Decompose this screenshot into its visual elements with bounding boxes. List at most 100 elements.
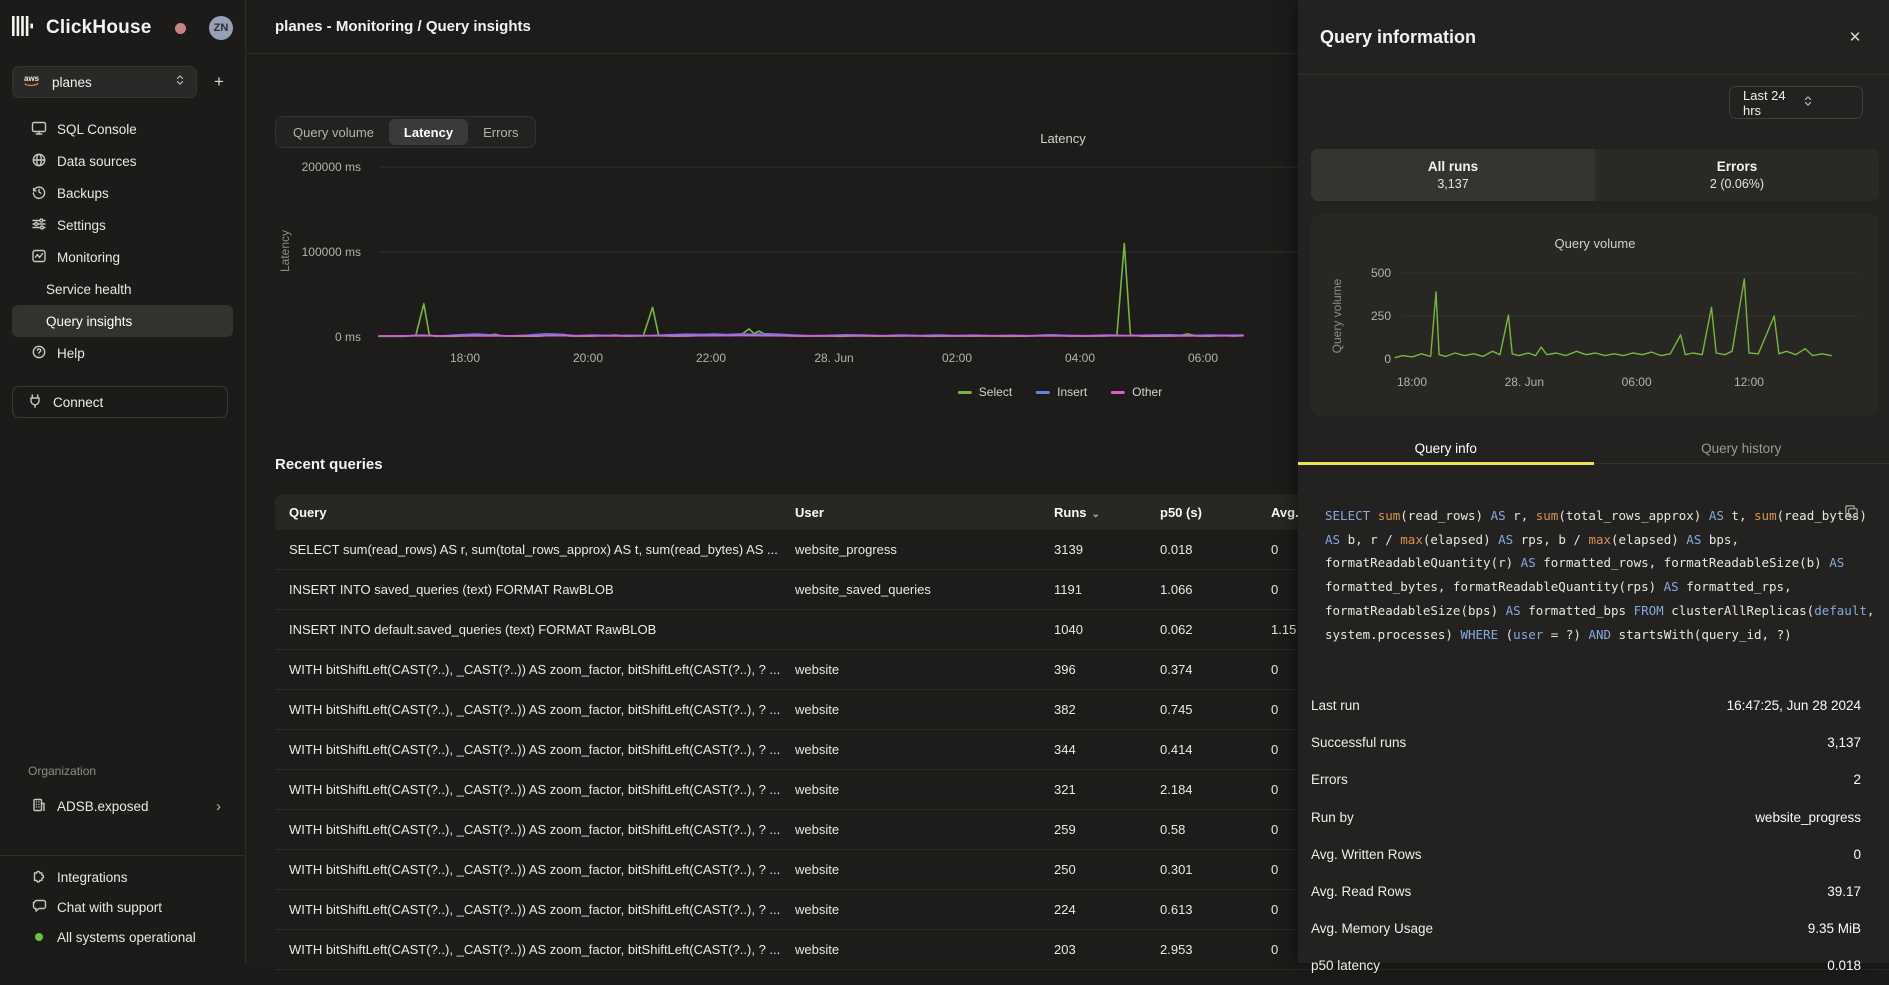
stat-label: Avg. Written Rows	[1311, 847, 1422, 862]
svg-text:06:00: 06:00	[1188, 351, 1218, 365]
sidebar-item-backups[interactable]: Backups	[12, 177, 233, 209]
close-icon[interactable]: ✕	[1843, 25, 1867, 49]
column-header-runs[interactable]: Runs⌄	[1054, 505, 1160, 520]
cell-query: SELECT sum(read_rows) AS r, sum(total_ro…	[289, 542, 795, 557]
stat-value: 16:47:25, Jun 28 2024	[1727, 698, 1861, 713]
svg-text:250: 250	[1371, 309, 1391, 323]
chat-bubble-icon	[31, 898, 47, 917]
legend-item-insert[interactable]: Insert	[1036, 385, 1087, 399]
svg-text:02:00: 02:00	[942, 351, 972, 365]
legend-label: Insert	[1057, 385, 1087, 399]
workspace-select[interactable]: aws planes	[12, 66, 197, 98]
all-runs-label: All runs	[1428, 159, 1478, 174]
svg-text:18:00: 18:00	[450, 351, 480, 365]
svg-text:500: 500	[1371, 266, 1391, 280]
cell-runs: 259	[1054, 822, 1160, 837]
tab-query-history[interactable]: Query history	[1594, 434, 1889, 463]
svg-text:18:00: 18:00	[1397, 375, 1427, 389]
sliders-icon	[31, 216, 47, 235]
stat-label: Successful runs	[1311, 735, 1406, 750]
tab-query-info[interactable]: Query info	[1298, 434, 1594, 463]
sidebar-item-system-status[interactable]: All systems operational	[12, 922, 233, 952]
copy-icon[interactable]	[1844, 504, 1859, 524]
query-info-tabs: Query info Query history	[1298, 434, 1889, 464]
query-volume-chart: 025050018:0028. Jun06:0012:00Query volum…	[1311, 214, 1879, 416]
cell-query: WITH bitShiftLeft(CAST(?..), _CAST(?..))…	[289, 902, 795, 917]
notification-dot	[175, 23, 186, 34]
sidebar-item-service-health[interactable]: Service health	[12, 273, 233, 305]
cell-query: INSERT INTO saved_queries (text) FORMAT …	[289, 582, 795, 597]
query-stats-list: Last run 16:47:25, Jun 28 2024 Successfu…	[1311, 687, 1861, 985]
legend-item-select[interactable]: Select	[958, 385, 1012, 399]
errors-label: Errors	[1717, 159, 1758, 174]
stat-label: Avg. Read Rows	[1311, 884, 1411, 899]
chart-legend: Select Insert Other	[958, 385, 1162, 399]
sidebar-item-data-sources[interactable]: Data sources	[12, 145, 233, 177]
all-runs-count: 3,137	[1437, 177, 1468, 191]
tab-all-runs[interactable]: All runs 3,137	[1311, 149, 1595, 201]
puzzle-icon	[31, 868, 47, 887]
column-header-user: User	[795, 505, 1054, 520]
cell-query: WITH bitShiftLeft(CAST(?..), _CAST(?..))…	[289, 822, 795, 837]
cell-user: website	[795, 702, 1054, 717]
connect-label: Connect	[53, 395, 103, 410]
stat-label: Errors	[1311, 772, 1348, 787]
recent-queries-title: Recent queries	[275, 456, 383, 473]
sql-code-block[interactable]: SELECT sum(read_rows) AS r, sum(total_ro…	[1325, 504, 1849, 646]
chevron-up-down-icon	[174, 73, 186, 91]
cell-user: website	[795, 862, 1054, 877]
sidebar-item-chat-support[interactable]: Chat with support	[12, 892, 233, 922]
cell-p50: 0.745	[1160, 702, 1271, 717]
stat-label: p50 latency	[1311, 958, 1380, 973]
chevron-right-icon: ›	[216, 798, 221, 815]
sidebar-item-help[interactable]: Help	[12, 337, 233, 369]
organization-item[interactable]: ADSB.exposed ›	[12, 790, 233, 822]
sidebar: ClickHouse ZN aws planes + SQL Console D…	[0, 0, 246, 963]
status-green-dot-icon	[35, 933, 43, 941]
legend-swatch-icon	[958, 391, 972, 394]
legend-label: Other	[1132, 385, 1162, 399]
legend-swatch-icon	[1111, 391, 1125, 394]
sidebar-nav: SQL Console Data sources Backups Setting…	[12, 113, 233, 369]
sidebar-item-query-insights[interactable]: Query insights	[12, 305, 233, 337]
stat-value: website_progress	[1755, 810, 1861, 825]
sidebar-item-integrations[interactable]: Integrations	[12, 862, 233, 892]
add-service-button[interactable]: +	[205, 68, 233, 96]
cell-p50: 0.58	[1160, 822, 1271, 837]
svg-text:aws: aws	[24, 74, 40, 83]
tab-errors[interactable]: Errors 2 (0.06%)	[1595, 149, 1879, 201]
aws-icon: aws	[23, 73, 43, 92]
chevron-up-down-icon	[1802, 95, 1853, 110]
errors-count: 2 (0.06%)	[1710, 177, 1764, 191]
stat-row: Last run 16:47:25, Jun 28 2024	[1311, 687, 1861, 724]
cell-user: website	[795, 662, 1054, 677]
cell-user: website	[795, 902, 1054, 917]
sidebar-item-sql-console[interactable]: SQL Console	[12, 113, 233, 145]
sidebar-item-label: SQL Console	[57, 122, 137, 137]
sidebar-item-label: Data sources	[57, 154, 137, 169]
svg-text:22:00: 22:00	[696, 351, 726, 365]
svg-text:06:00: 06:00	[1622, 375, 1652, 389]
avatar[interactable]: ZN	[209, 16, 233, 40]
sidebar-item-label: Chat with support	[57, 900, 162, 915]
sidebar-item-label: Service health	[46, 282, 132, 297]
legend-item-other[interactable]: Other	[1111, 385, 1162, 399]
stat-value: 0	[1853, 847, 1861, 862]
stat-value: 2	[1853, 772, 1861, 787]
query-information-panel: Query information ✕ Last 24 hrs All runs…	[1298, 0, 1889, 963]
cell-p50: 2.184	[1160, 782, 1271, 797]
time-range-select[interactable]: Last 24 hrs	[1729, 86, 1863, 119]
svg-text:12:00: 12:00	[1734, 375, 1764, 389]
sidebar-item-settings[interactable]: Settings	[12, 209, 233, 241]
sidebar-item-label: Settings	[57, 218, 106, 233]
svg-text:Query volume: Query volume	[1555, 236, 1636, 251]
stat-value: 3,137	[1827, 735, 1861, 750]
clickhouse-logo-icon	[12, 15, 38, 42]
connect-button[interactable]: Connect	[12, 386, 228, 418]
sidebar-item-monitoring[interactable]: Monitoring	[12, 241, 233, 273]
sidebar-item-label: Monitoring	[57, 250, 120, 265]
svg-text:28. Jun: 28. Jun	[1505, 375, 1544, 389]
cell-runs: 396	[1054, 662, 1160, 677]
sort-chevron-icon: ⌄	[1092, 509, 1100, 520]
query-volume-card: 025050018:0028. Jun06:0012:00Query volum…	[1311, 214, 1879, 416]
